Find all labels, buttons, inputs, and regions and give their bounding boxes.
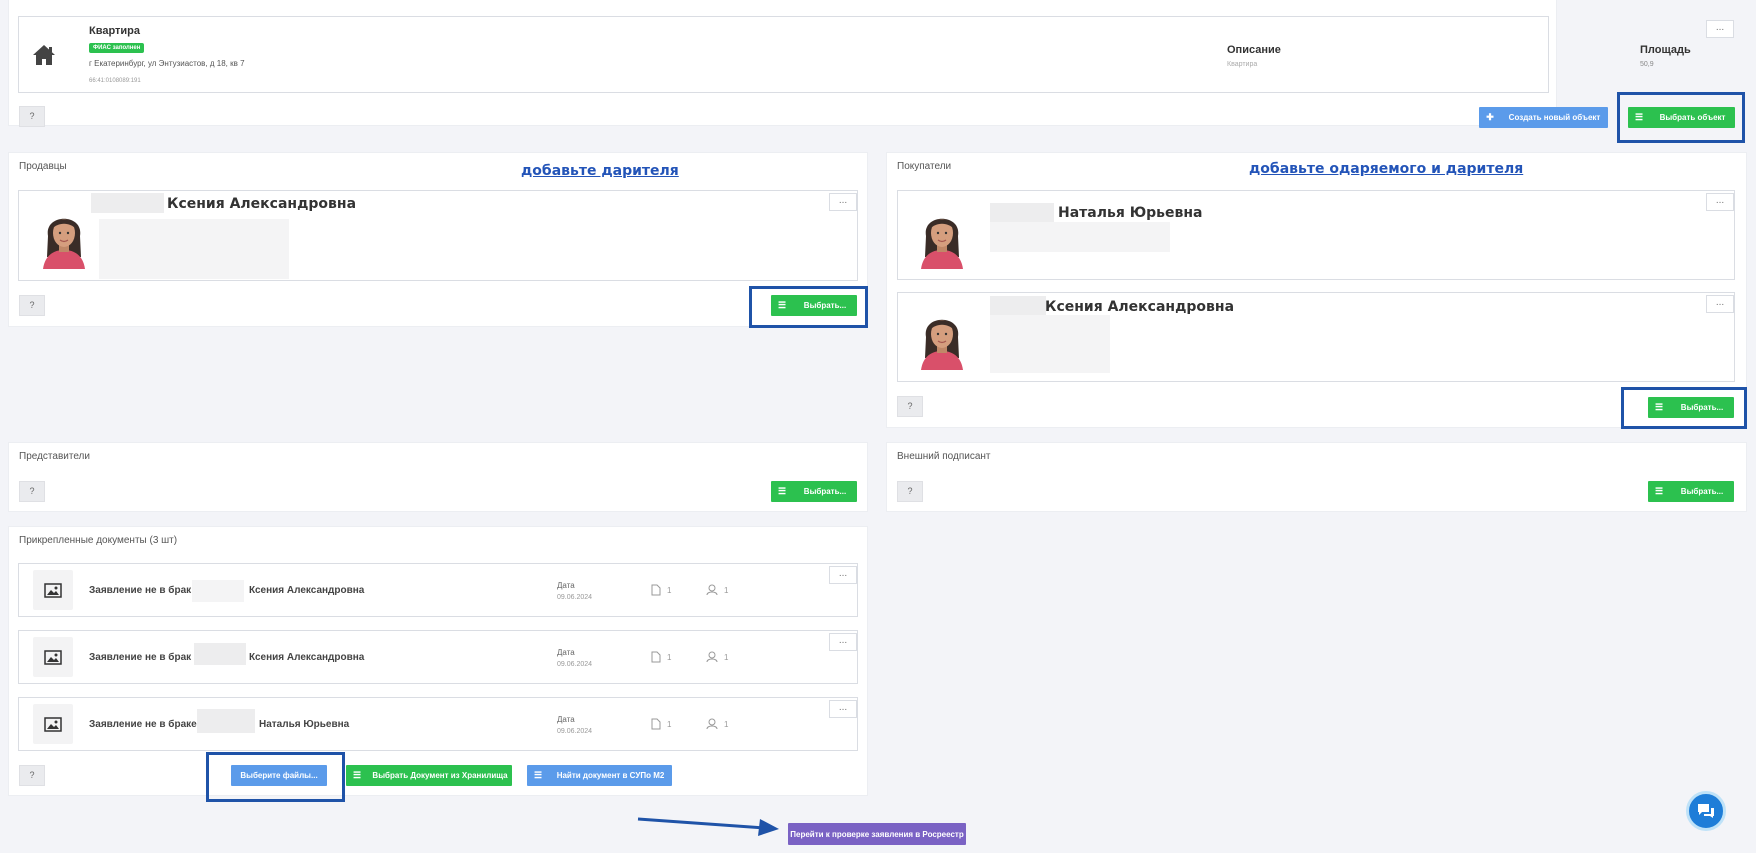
files-count-value: 1 — [667, 585, 672, 595]
file-icon — [651, 651, 661, 663]
files-count: 1 — [651, 651, 671, 663]
document-date: 09.06.2024 — [557, 728, 593, 735]
representatives-help-button[interactable]: ? — [19, 481, 45, 502]
buyers-annotation: добавьте одаряемого и дарителя — [1249, 161, 1524, 177]
highlight-frame — [1621, 387, 1747, 429]
signers-count: 1 — [706, 651, 728, 663]
create-object-button[interactable]: ✚ Создать новый объект — [1479, 107, 1608, 128]
highlight-frame — [206, 752, 345, 802]
list-icon: ☰ — [1654, 486, 1664, 496]
buyer-1-more-button[interactable]: ... — [1706, 193, 1734, 211]
redacted-details — [99, 219, 289, 279]
external-signer-help-button[interactable]: ? — [897, 481, 923, 502]
area-value: 50,9 — [1640, 61, 1654, 68]
redacted-surname — [990, 203, 1054, 223]
representatives-panel — [8, 442, 868, 512]
redacted-surname — [192, 580, 244, 602]
find-in-supo-button[interactable]: ☰ Найти документ в СУПо М2 — [527, 765, 672, 786]
avatar — [917, 203, 967, 269]
redacted-surname — [990, 296, 1046, 316]
description-label: Описание — [1227, 44, 1281, 56]
select-representative-button[interactable]: ☰ Выбрать... — [771, 481, 857, 502]
buyer-name-1: Наталья Юрьевна — [1058, 205, 1203, 221]
arrow-annotation — [637, 817, 779, 836]
document-more-button[interactable]: ... — [829, 700, 857, 718]
buyer-2-more-button[interactable]: ... — [1706, 295, 1734, 313]
plus-icon: ✚ — [1486, 112, 1494, 122]
buyers-help-button[interactable]: ? — [897, 396, 923, 417]
document-title-prefix: Заявление не в браке — [89, 719, 197, 730]
document-title-suffix: Наталья Юрьевна — [259, 719, 350, 730]
redacted-surname — [197, 709, 255, 733]
highlight-frame — [749, 286, 868, 328]
file-icon — [651, 718, 661, 730]
document-date-label: Дата — [557, 715, 575, 724]
object-more-button[interactable]: ... — [1706, 20, 1734, 38]
redacted-details — [990, 315, 1110, 373]
select-from-storage-button[interactable]: ☰ Выбрать Документ из Хранилища — [346, 765, 512, 786]
document-more-button[interactable]: ... — [829, 633, 857, 651]
object-title: Квартира — [89, 25, 141, 37]
avatar — [39, 203, 89, 269]
document-title-suffix: Ксения Александровна — [249, 585, 365, 596]
sellers-annotation: добавьте дарителя — [521, 163, 679, 179]
object-cadastral: 66:41:0108089:191 — [89, 78, 141, 84]
redacted-surname — [91, 193, 164, 213]
list-icon: ☰ — [533, 770, 543, 780]
signers-count-value: 1 — [724, 652, 729, 662]
documents-help-button[interactable]: ? — [19, 765, 45, 786]
files-count-value: 1 — [667, 652, 672, 662]
proceed-to-rosreestr-button[interactable]: Перейти к проверке заявления в Росреестр — [788, 823, 966, 845]
signers-count-value: 1 — [724, 719, 729, 729]
signers-count-value: 1 — [724, 585, 729, 595]
redacted-surname — [194, 643, 246, 665]
seller-more-button[interactable]: ... — [829, 193, 857, 211]
external-signer-panel — [886, 442, 1747, 512]
documents-title: Прикрепленные документы (3 шт) — [19, 535, 178, 546]
sellers-help-button[interactable]: ? — [19, 295, 45, 316]
signers-count: 1 — [706, 584, 728, 596]
document-title-prefix: Заявление не в брак — [89, 652, 192, 663]
list-icon: ☰ — [777, 486, 787, 496]
signer-icon — [706, 718, 718, 730]
image-icon — [33, 570, 73, 610]
files-count-value: 1 — [667, 719, 672, 729]
file-icon — [651, 584, 661, 596]
avatar — [917, 304, 967, 370]
document-more-button[interactable]: ... — [829, 566, 857, 584]
sellers-title: Продавцы — [19, 161, 67, 172]
document-date: 09.06.2024 — [557, 661, 593, 668]
description-value: Квартира — [1227, 61, 1258, 68]
chat-button[interactable] — [1686, 791, 1726, 831]
image-icon — [33, 704, 73, 744]
list-icon: ☰ — [352, 770, 362, 780]
buyers-title: Покупатели — [897, 161, 952, 172]
redacted-details — [990, 222, 1170, 252]
area-label: Площадь — [1640, 44, 1691, 56]
files-count: 1 — [651, 718, 671, 730]
fias-badge: ФИАС заполнен — [89, 43, 145, 53]
highlight-frame — [1617, 92, 1745, 143]
files-count: 1 — [651, 584, 671, 596]
signers-count: 1 — [706, 718, 728, 730]
object-card[interactable] — [18, 16, 1549, 93]
document-title-suffix: Ксения Александровна — [249, 652, 365, 663]
object-help-button[interactable]: ? — [19, 106, 45, 127]
document-date-label: Дата — [557, 648, 575, 657]
chat-icon — [1698, 804, 1714, 818]
document-date-label: Дата — [557, 581, 575, 590]
signer-icon — [706, 651, 718, 663]
buyer-name-2: Ксения Александровна — [1045, 299, 1235, 315]
house-icon — [32, 44, 56, 66]
document-date: 09.06.2024 — [557, 594, 593, 601]
external-signer-title: Внешний подписант — [897, 451, 991, 462]
representatives-title: Представители — [19, 451, 90, 462]
document-title-prefix: Заявление не в брак — [89, 585, 192, 596]
object-address: г Екатеринбург, ул Энтузиастов, д 18, кв… — [89, 59, 245, 68]
select-external-signer-button[interactable]: ☰ Выбрать... — [1648, 481, 1734, 502]
seller-name: Ксения Александровна — [167, 196, 357, 212]
image-icon — [33, 637, 73, 677]
signer-icon — [706, 584, 718, 596]
